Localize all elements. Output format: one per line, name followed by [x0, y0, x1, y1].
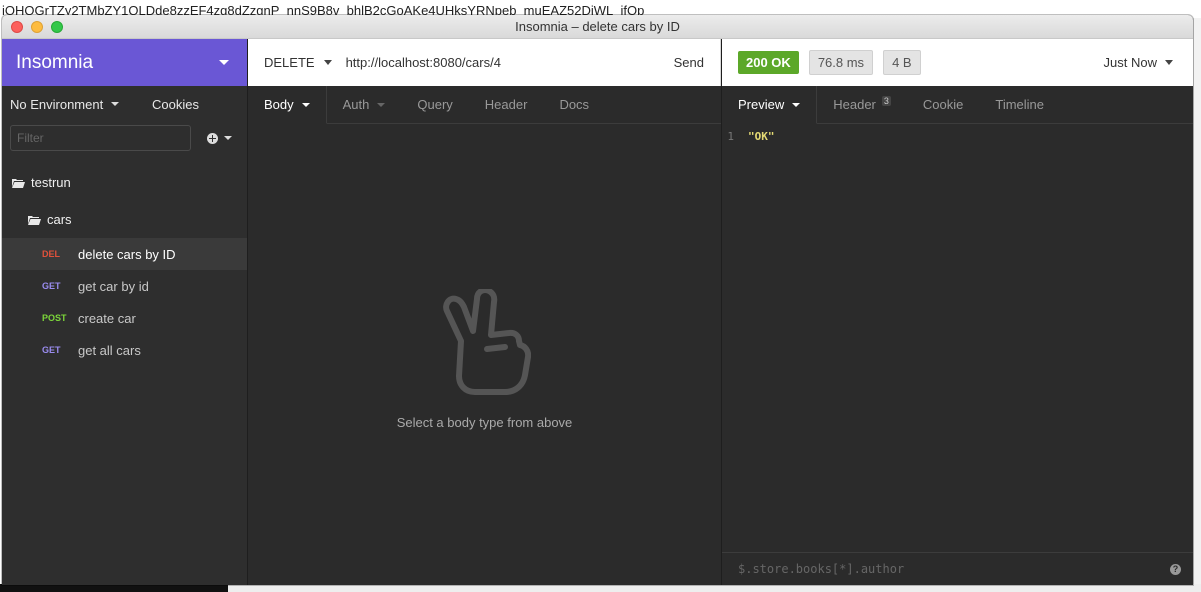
tab-timeline-label: Timeline: [995, 97, 1045, 112]
tab-timeline[interactable]: Timeline: [979, 86, 1060, 123]
sidebar-item-delete-cars-by-id[interactable]: DEL delete cars by ID: [2, 238, 247, 270]
plus-circle-icon: [207, 132, 218, 144]
method-badge: GET: [42, 281, 61, 291]
method-dropdown[interactable]: DELETE: [264, 55, 332, 70]
line-number: 1: [727, 130, 734, 143]
chevron-down-icon: [301, 102, 310, 107]
method-badge: DEL: [42, 249, 60, 259]
environment-label: No Environment: [10, 96, 104, 112]
chevron-down-icon: [111, 102, 120, 106]
workspace-folder[interactable]: testrun: [2, 164, 247, 201]
tab-body[interactable]: Body: [248, 86, 327, 124]
response-body-value: "OK": [748, 130, 775, 143]
cookies-button[interactable]: Cookies: [152, 97, 199, 112]
request-label: create car: [78, 310, 136, 326]
tab-auth[interactable]: Auth: [327, 86, 402, 123]
request-label: get all cars: [78, 342, 141, 358]
send-button[interactable]: Send: [674, 55, 704, 70]
insomnia-window: Insomnia – delete cars by ID Insomnia No…: [2, 15, 1193, 585]
filter-row: [2, 122, 247, 154]
method-label: DELETE: [264, 55, 315, 70]
response-time-badge: 76.8 ms: [808, 50, 874, 75]
url-bar: DELETE http://localhost:8080/cars/4 Send: [248, 39, 721, 86]
header-count-badge: 3: [881, 95, 891, 106]
title-bar[interactable]: Insomnia – delete cars by ID: [2, 15, 1193, 39]
window-title: Insomnia – delete cars by ID: [515, 19, 680, 34]
sidebar-filter-input[interactable]: [10, 125, 191, 151]
tab-response-header-label: Header: [833, 97, 876, 112]
method-badge: POST: [42, 313, 67, 323]
response-size-badge: 4 B: [883, 50, 921, 75]
response-status-bar: 200 OK 76.8 ms 4 B Just Now: [722, 39, 1193, 86]
chevron-down-icon: [224, 136, 232, 140]
tab-response-header[interactable]: Header 3: [817, 86, 907, 123]
tab-docs[interactable]: Docs: [543, 86, 605, 123]
request-label: delete cars by ID: [78, 246, 176, 262]
tab-header[interactable]: Header: [469, 86, 544, 123]
request-pane: DELETE http://localhost:8080/cars/4 Send…: [248, 39, 721, 585]
chevron-down-icon: [1165, 60, 1173, 65]
background-window-edge: [1193, 18, 1201, 592]
workspace-folder-label: testrun: [31, 175, 71, 190]
response-history-dropdown[interactable]: Just Now: [1104, 55, 1173, 70]
tab-cookie[interactable]: Cookie: [907, 86, 979, 123]
chevron-down-icon: [219, 60, 229, 65]
background-bottom-dark: [0, 584, 228, 592]
response-filter-bar: $.store.books[*].author ?: [722, 552, 1193, 585]
sidebar-item-create-car[interactable]: POST create car: [2, 302, 247, 334]
chevron-down-icon: [377, 102, 386, 107]
tab-query[interactable]: Query: [401, 86, 468, 123]
folder-open-icon: [12, 178, 25, 188]
response-time-label: Just Now: [1103, 55, 1157, 70]
request-tabs: Body Auth Query Header Docs: [248, 86, 721, 124]
response-filter-input[interactable]: $.store.books[*].author: [738, 562, 904, 576]
sidebar: Insomnia No Environment Cookies testrun: [2, 39, 248, 585]
tab-preview-label: Preview: [738, 97, 785, 112]
sidebar-item-get-car-by-id[interactable]: GET get car by id: [2, 270, 247, 302]
response-pane: 200 OK 76.8 ms 4 B Just Now Preview Head…: [721, 39, 1193, 585]
response-tabs: Preview Header 3 Cookie Timeline: [722, 86, 1193, 124]
tab-cookie-label: Cookie: [922, 97, 964, 112]
chevron-down-icon: [323, 60, 332, 65]
status-badge: 200 OK: [738, 51, 799, 74]
environment-row: No Environment Cookies: [2, 86, 247, 122]
chevron-down-icon: [792, 102, 801, 107]
cars-folder-label: cars: [47, 212, 72, 227]
brand-label: Insomnia: [16, 51, 94, 73]
request-tree: testrun cars DEL delete cars by ID GET g…: [2, 164, 247, 366]
help-icon[interactable]: ?: [1170, 563, 1181, 575]
empty-body-message: Select a body type from above: [396, 415, 573, 430]
method-badge: GET: [42, 345, 61, 355]
tab-docs-label: Docs: [559, 97, 590, 112]
tab-query-label: Query: [417, 97, 453, 112]
body-empty-state: Select a body type from above: [248, 289, 721, 430]
folder-open-icon: [28, 215, 41, 225]
cars-folder[interactable]: cars: [2, 201, 247, 238]
tab-body-label: Body: [264, 97, 294, 112]
peace-hand-icon: [442, 289, 531, 395]
tab-preview[interactable]: Preview: [722, 86, 818, 124]
request-label: get car by id: [78, 278, 149, 294]
environment-selector[interactable]: No Environment: [10, 96, 120, 112]
workspace-menu-button[interactable]: Insomnia: [2, 39, 247, 86]
url-input[interactable]: http://localhost:8080/cars/4: [346, 55, 501, 70]
tab-auth-label: Auth: [342, 97, 370, 112]
response-body-line: 1 "OK": [722, 124, 1193, 143]
tab-header-label: Header: [484, 97, 528, 112]
sidebar-item-get-all-cars[interactable]: GET get all cars: [2, 334, 247, 366]
add-request-button[interactable]: [207, 132, 232, 144]
